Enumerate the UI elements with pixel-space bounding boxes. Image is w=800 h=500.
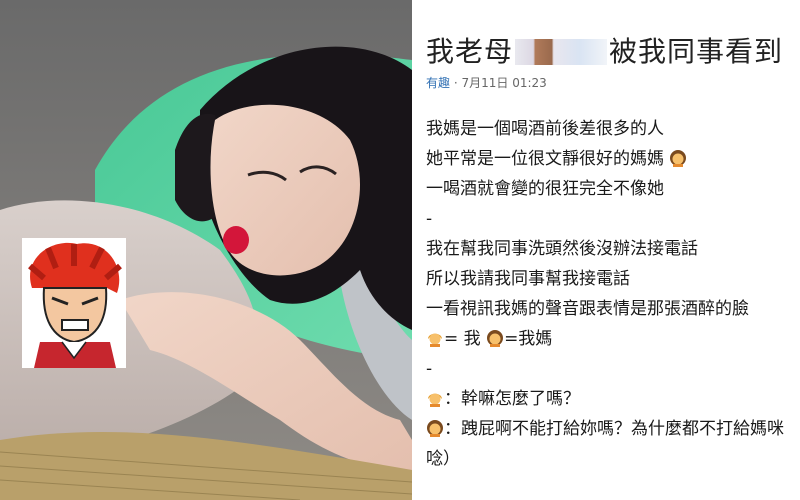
post-title-right: 被我同事看到 (609, 35, 784, 68)
angry-redhead-sticker-icon (22, 238, 126, 368)
woman-emoji-icon (670, 150, 687, 167)
body-text: = 我 (444, 329, 487, 349)
body-line: 我在幫我同事洗頭然後沒辦法接電話 (426, 239, 698, 259)
body-text: ：幹嘛怎麼了嗎？ (444, 389, 580, 409)
girl-emoji-icon (428, 333, 442, 347)
body-line: 唸） (426, 449, 460, 469)
body-line: = 我 =我媽 (426, 324, 800, 354)
post-title-left: 我老母 (426, 35, 514, 68)
category-link[interactable]: 有趣 (426, 76, 450, 90)
post-photo (0, 0, 412, 500)
post-title[interactable]: 我老母 被我同事看到 (426, 30, 783, 70)
body-line: 我媽是一個喝酒前後差很多的人 (426, 119, 664, 139)
body-text: ：跩屁啊不能打給妳嗎？為什麼都不打給媽咪 (444, 419, 784, 439)
body-line: 一喝酒就會變的很狂完全不像她 (426, 179, 664, 199)
redacted-block (515, 39, 608, 65)
body-line: ：幹嘛怎麼了嗎？ (426, 384, 800, 414)
body-text: 她平常是一位很文靜很好的媽媽 (426, 149, 664, 169)
body-line: 所以我請我同事幫我接電話 (426, 269, 630, 289)
body-text: =我媽 (504, 329, 553, 349)
body-line: - (426, 209, 433, 229)
post-content: 我老母 被我同事看到 有趣 · 7月11日 01:23 我媽是一個喝酒前後差很多的… (412, 0, 800, 500)
body-line: 一看視訊我媽的聲音跟表情是那張酒醉的臉 (426, 299, 749, 319)
lips (223, 226, 249, 254)
body-line: - (426, 359, 433, 379)
post-date: 7月11日 01:23 (461, 76, 547, 90)
body-line: 她平常是一位很文靜很好的媽媽 (426, 144, 800, 174)
girl-emoji-icon (428, 393, 442, 407)
woman-emoji-icon (487, 330, 504, 347)
post-meta: 有趣 · 7月11日 01:23 (426, 76, 547, 90)
woman-emoji-icon (427, 420, 443, 437)
body-line: ：跩屁啊不能打給妳嗎？為什麼都不打給媽咪 (426, 414, 800, 444)
post-body: 我媽是一個喝酒前後差很多的人 她平常是一位很文靜很好的媽媽 一喝酒就會變的很狂完… (426, 114, 800, 474)
